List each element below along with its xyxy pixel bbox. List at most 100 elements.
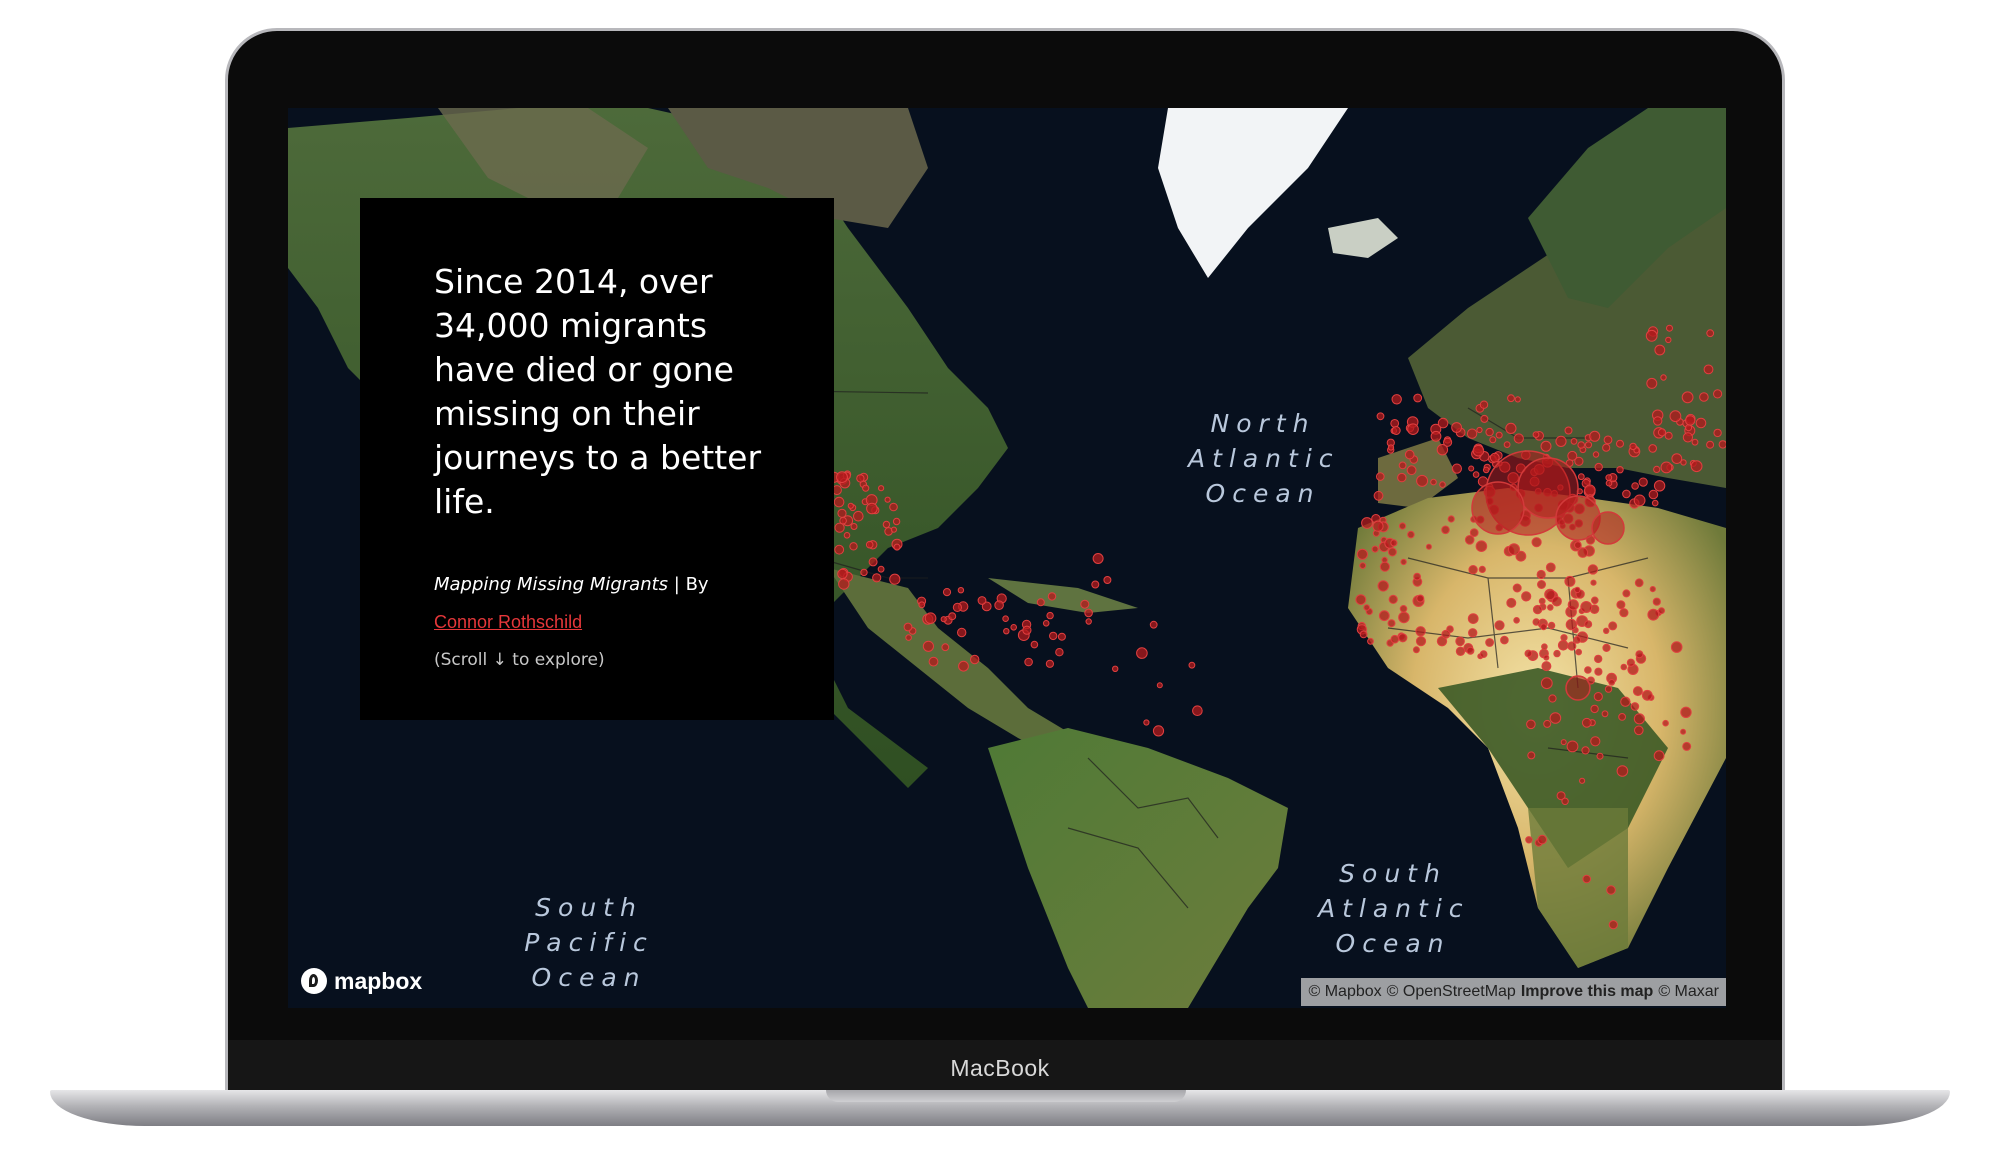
map-screen[interactable]: North Atlantic Ocean South Atlantic Ocea… bbox=[288, 108, 1726, 1008]
incident-marker bbox=[1653, 750, 1665, 762]
incident-marker bbox=[1398, 461, 1407, 470]
author-link[interactable]: Connor Rothschild bbox=[434, 612, 582, 632]
incident-marker bbox=[1398, 633, 1408, 643]
incident-marker bbox=[1042, 620, 1050, 627]
incident-marker bbox=[1584, 441, 1593, 449]
incident-marker bbox=[1489, 452, 1500, 463]
incident-marker bbox=[1548, 694, 1557, 703]
incident-marker bbox=[1367, 637, 1374, 645]
incident-marker bbox=[1390, 419, 1400, 428]
incident-marker bbox=[1608, 621, 1618, 631]
incident-marker bbox=[1590, 579, 1597, 586]
incident-marker bbox=[977, 596, 987, 605]
incident-marker bbox=[1635, 650, 1644, 659]
incident-marker bbox=[1626, 658, 1636, 667]
incident-marker bbox=[1507, 394, 1515, 403]
incident-marker bbox=[1574, 456, 1584, 466]
incident-marker bbox=[1451, 463, 1463, 474]
incident-marker bbox=[1372, 520, 1384, 532]
incident-marker bbox=[1376, 472, 1385, 481]
incident-marker bbox=[1475, 540, 1488, 553]
incident-marker bbox=[1010, 624, 1018, 631]
incident-marker bbox=[1567, 641, 1577, 651]
incident-marker bbox=[1718, 440, 1726, 449]
incident-marker bbox=[1633, 494, 1646, 507]
incident-marker bbox=[948, 612, 957, 621]
mapbox-logo[interactable]: mapbox bbox=[301, 966, 422, 996]
improve-map-link[interactable]: Improve this map bbox=[1521, 978, 1653, 1006]
byline: Mapping Missing Migrants | By bbox=[434, 566, 764, 604]
incident-marker bbox=[1541, 661, 1552, 672]
incident-marker bbox=[1575, 648, 1582, 656]
incident-marker bbox=[1647, 608, 1660, 621]
incident-marker bbox=[1653, 465, 1661, 473]
incident-marker bbox=[1407, 423, 1419, 436]
incident-marker bbox=[1622, 589, 1631, 598]
incident-marker bbox=[843, 532, 851, 539]
incident-marker bbox=[1489, 436, 1497, 444]
incident-marker bbox=[1443, 437, 1453, 447]
incident-marker bbox=[1397, 472, 1407, 483]
incident-marker bbox=[1645, 329, 1658, 342]
incident-marker bbox=[1618, 713, 1626, 721]
incident-marker bbox=[1653, 480, 1666, 492]
incident-marker bbox=[1479, 650, 1488, 658]
incident-marker bbox=[1359, 562, 1367, 570]
incident-marker bbox=[922, 640, 935, 652]
incident-marker bbox=[1560, 634, 1568, 642]
incident-marker bbox=[924, 612, 937, 625]
incident-marker bbox=[1608, 920, 1618, 930]
incident-marker bbox=[1634, 578, 1644, 588]
incident-marker bbox=[1387, 619, 1396, 628]
incident-marker bbox=[1646, 377, 1658, 389]
incident-marker bbox=[1566, 740, 1579, 753]
ocean-label-south-atlantic: South Atlantic Ocean bbox=[1318, 859, 1470, 958]
attribution-osm-link[interactable]: © OpenStreetMap bbox=[1387, 978, 1516, 1006]
incident-marker bbox=[1632, 686, 1643, 697]
incident-marker bbox=[1543, 719, 1552, 728]
incident-marker bbox=[1103, 576, 1112, 584]
incident-marker bbox=[1469, 528, 1479, 538]
incident-marker bbox=[868, 557, 878, 567]
incident-marker bbox=[1514, 396, 1521, 403]
incident-marker bbox=[1513, 617, 1520, 624]
incident-marker bbox=[1455, 646, 1466, 656]
incident-marker bbox=[1363, 604, 1370, 611]
incident-marker bbox=[1649, 586, 1656, 593]
incident-marker bbox=[1084, 608, 1093, 618]
incident-marker bbox=[1587, 564, 1599, 575]
incident-marker bbox=[1616, 600, 1626, 610]
incident-marker bbox=[1616, 466, 1624, 474]
incident-marker bbox=[1537, 834, 1547, 845]
incident-marker bbox=[1503, 441, 1511, 449]
attribution-mapbox-link[interactable]: © Mapbox bbox=[1308, 978, 1381, 1006]
incident-marker bbox=[1430, 478, 1437, 486]
incident-marker bbox=[1662, 719, 1669, 727]
incident-marker bbox=[1567, 599, 1579, 611]
incident-marker bbox=[1564, 426, 1573, 435]
incident-marker bbox=[1669, 410, 1682, 423]
incident-marker bbox=[1387, 444, 1395, 451]
incident-marker bbox=[1466, 646, 1475, 655]
incident-marker bbox=[1047, 592, 1057, 601]
incident-marker bbox=[1356, 548, 1369, 560]
incident-marker bbox=[1500, 635, 1509, 645]
incident-marker bbox=[837, 568, 848, 580]
incident-marker bbox=[1540, 623, 1547, 631]
incident-cluster-marker bbox=[1471, 481, 1525, 535]
incident-marker bbox=[1532, 618, 1540, 626]
incident-marker bbox=[1467, 613, 1479, 625]
incident-marker bbox=[1413, 393, 1423, 403]
incident-marker bbox=[1361, 517, 1373, 529]
incident-marker bbox=[1648, 489, 1659, 500]
incident-marker bbox=[1485, 427, 1494, 437]
incident-marker bbox=[1564, 575, 1576, 587]
incident-marker bbox=[1378, 610, 1390, 622]
incident-marker bbox=[1495, 431, 1503, 439]
incident-marker bbox=[1713, 428, 1722, 438]
attribution-maxar-link[interactable]: © Maxar bbox=[1658, 978, 1719, 1006]
incident-marker bbox=[1590, 704, 1599, 714]
incident-marker bbox=[1046, 611, 1054, 620]
incident-marker bbox=[1464, 535, 1475, 545]
incident-marker bbox=[1603, 435, 1613, 445]
